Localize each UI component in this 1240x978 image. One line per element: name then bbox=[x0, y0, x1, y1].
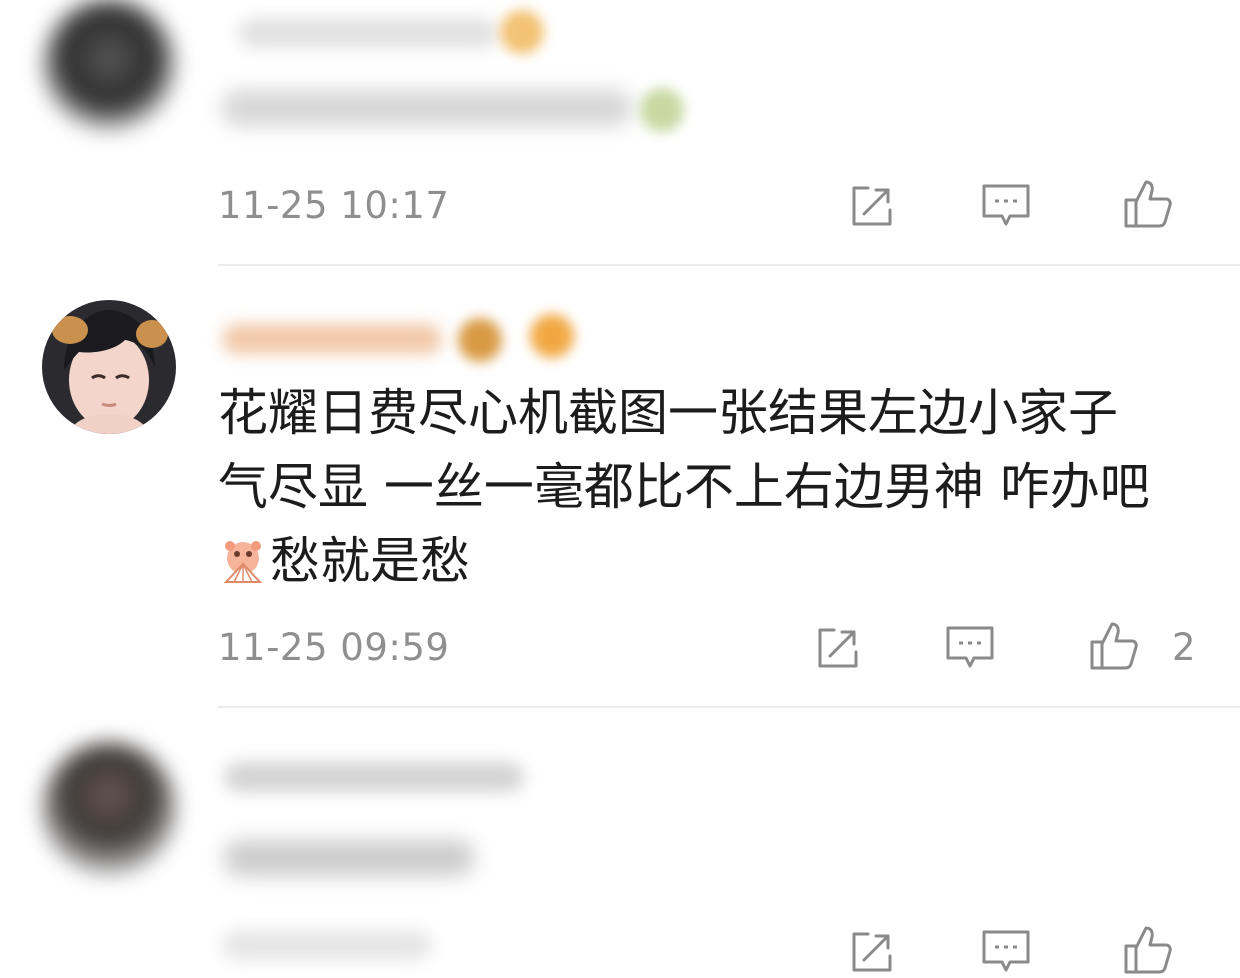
emoji-icon bbox=[640, 88, 684, 132]
username-blurred[interactable] bbox=[238, 18, 498, 48]
comment-item: 11-25 10:17 bbox=[0, 0, 1240, 262]
like-button[interactable] bbox=[1122, 924, 1174, 976]
avatar[interactable] bbox=[42, 742, 176, 876]
share-button[interactable] bbox=[846, 926, 898, 978]
comment-item: 花耀日费尽心机截图一张结果左边小家子 气尽显 一丝一毫都比不上右边男神 咋办吧 … bbox=[0, 266, 1240, 706]
avatar-portrait-icon bbox=[42, 300, 176, 434]
vip-badge-icon bbox=[500, 10, 544, 54]
comment-timestamp: 11-25 10:17 bbox=[218, 184, 450, 227]
comment-text: 花耀日费尽心机截图一张结果左边小家子 气尽显 一丝一毫都比不上右边男神 咋办吧 … bbox=[218, 376, 1218, 598]
thumbs-up-icon bbox=[1124, 180, 1172, 228]
thumbs-up-icon bbox=[1090, 622, 1138, 670]
comment-text-line: 气尽显 一丝一毫都比不上右边男神 咋办吧 bbox=[218, 458, 1150, 516]
fan-cover-emoji-icon bbox=[218, 532, 268, 583]
like-button[interactable] bbox=[1088, 620, 1140, 672]
reply-button[interactable] bbox=[980, 926, 1032, 978]
share-icon bbox=[818, 628, 858, 668]
avatar[interactable] bbox=[42, 300, 176, 434]
share-icon bbox=[852, 932, 892, 972]
share-icon bbox=[852, 186, 892, 226]
comment-text-blurred bbox=[224, 840, 474, 876]
share-button[interactable] bbox=[812, 622, 864, 674]
username-blurred[interactable] bbox=[222, 324, 442, 354]
username-blurred[interactable] bbox=[224, 762, 524, 792]
comment-text-line: 愁就是愁 bbox=[218, 524, 1218, 598]
comment-timestamp-blurred bbox=[222, 930, 432, 960]
comment-text-line-end: 愁就是愁 bbox=[270, 532, 470, 590]
reply-comment-icon bbox=[982, 184, 1030, 226]
thumbs-up-icon bbox=[1124, 926, 1172, 974]
avatar[interactable] bbox=[42, 0, 176, 132]
comment-text-line: 花耀日费尽心机截图一张结果左边小家子 bbox=[218, 384, 1118, 442]
comment-item bbox=[0, 708, 1240, 976]
reply-comment-icon bbox=[946, 626, 994, 668]
reply-comment-icon bbox=[982, 930, 1030, 972]
vip-badge-icon bbox=[458, 318, 502, 362]
level-badge-icon bbox=[530, 314, 574, 358]
reply-button[interactable] bbox=[980, 180, 1032, 232]
like-count: 2 bbox=[1172, 626, 1196, 669]
comment-timestamp: 11-25 09:59 bbox=[218, 626, 450, 669]
share-button[interactable] bbox=[846, 180, 898, 232]
comment-text-blurred bbox=[222, 90, 632, 126]
reply-button[interactable] bbox=[944, 622, 996, 674]
like-button[interactable] bbox=[1122, 178, 1174, 230]
